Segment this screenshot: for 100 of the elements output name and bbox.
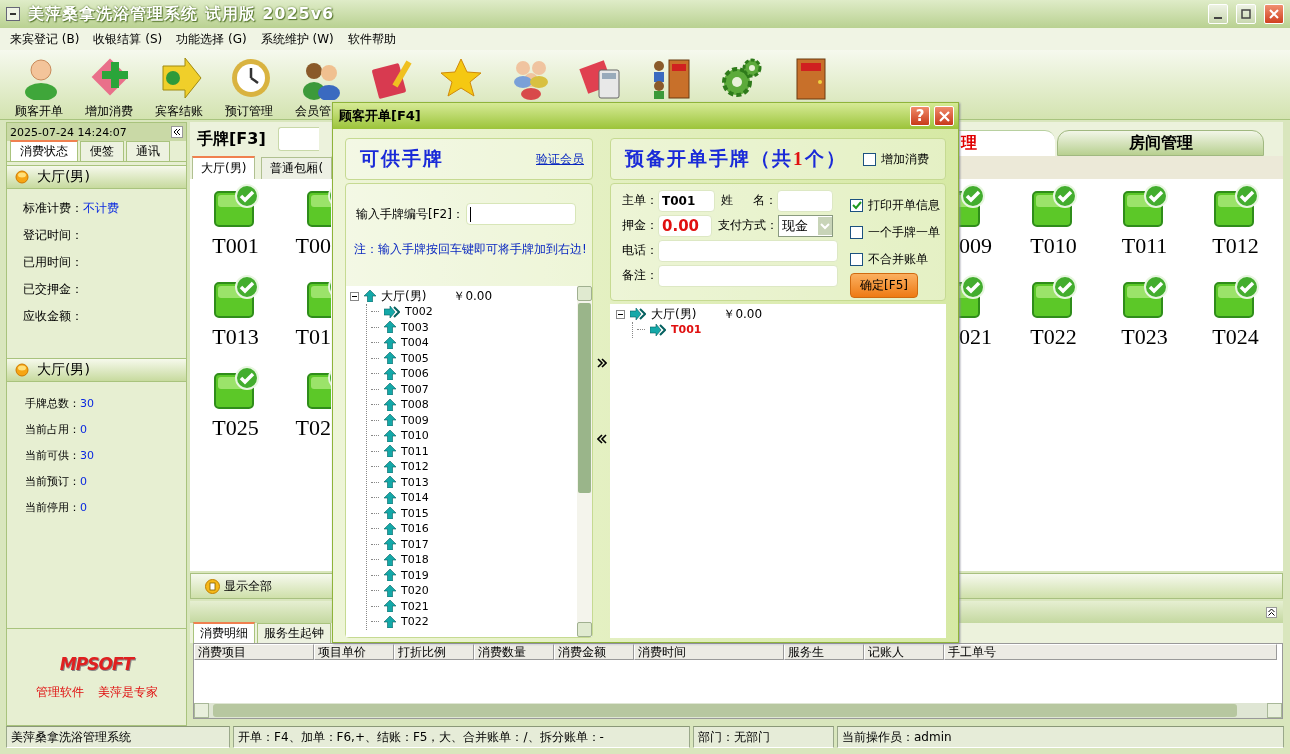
collapse-icon[interactable] — [171, 126, 183, 138]
scrollbar[interactable] — [577, 286, 592, 637]
panel-tab[interactable]: 通讯 — [126, 141, 170, 161]
tab[interactable]: 房间管理 — [1057, 130, 1264, 156]
checkbox[interactable] — [863, 152, 876, 166]
verify-member-link[interactable]: 验证会员 — [536, 150, 584, 168]
column-header[interactable]: 服务生 — [784, 644, 864, 660]
expand-toggle[interactable] — [616, 309, 625, 319]
field-value: 30 — [80, 448, 94, 462]
column-header[interactable]: 记账人 — [864, 644, 944, 660]
panel-tab[interactable]: 便签 — [80, 141, 124, 161]
checkbox[interactable] — [850, 226, 863, 239]
minimize-button[interactable] — [1208, 4, 1228, 24]
status-text: 部门：无部门 — [693, 726, 834, 748]
column-header[interactable]: 消费项目 — [194, 644, 314, 660]
tree-item[interactable]: T010 — [401, 429, 429, 443]
tree-item[interactable]: 大厅(男) — [381, 287, 427, 305]
input-field[interactable] — [465, 203, 576, 225]
menu-item[interactable]: 来宾登记 (B) — [10, 30, 80, 48]
panel-tab[interactable]: 消费状态 — [10, 140, 78, 161]
input-field[interactable]: 0.00 — [658, 214, 712, 237]
menu-item[interactable]: 软件帮助 — [347, 30, 396, 48]
input-field[interactable] — [658, 264, 838, 287]
input-field[interactable] — [777, 189, 833, 212]
up-arrow-icon — [384, 522, 396, 535]
tag-tile[interactable]: T025 — [190, 365, 281, 452]
tag-tile[interactable]: T024 — [1190, 274, 1281, 361]
up-arrow-icon — [384, 383, 396, 396]
field-value: 30 — [80, 396, 94, 410]
toolbar-label: 宾客结账 — [155, 103, 203, 120]
tree-item[interactable]: T019 — [401, 568, 429, 582]
checkbox[interactable] — [850, 253, 863, 266]
move-left-icon[interactable] — [596, 434, 607, 444]
tab[interactable]: 普通包厢( — [261, 157, 333, 179]
collapse-icon[interactable] — [1266, 606, 1277, 618]
toolbar-label: 顾客开单 — [15, 103, 63, 120]
close-button[interactable] — [1264, 4, 1284, 24]
tab[interactable]: 大厅(男) — [192, 156, 256, 179]
menu-item[interactable]: 收银结算 (S) — [93, 30, 163, 48]
tree-item[interactable]: T013 — [401, 475, 429, 489]
tree-item[interactable]: T001 — [671, 323, 702, 337]
maximize-button[interactable] — [1236, 4, 1256, 24]
tree-item[interactable]: T017 — [401, 537, 429, 551]
column-header[interactable]: 打折比例 — [394, 644, 474, 660]
tab[interactable]: 理 — [959, 130, 1055, 156]
tag-tile[interactable]: T011 — [1099, 183, 1190, 270]
column-header[interactable]: 消费数量 — [474, 644, 554, 660]
tree-item[interactable]: T005 — [401, 351, 429, 365]
tag-tile[interactable]: T023 — [1099, 274, 1190, 361]
column-header[interactable]: 消费金额 — [554, 644, 634, 660]
tree-item[interactable]: 大厅(男) — [651, 305, 697, 323]
tab[interactable]: 消费明细 — [193, 622, 255, 643]
close-button[interactable] — [934, 106, 954, 126]
move-right-icon[interactable] — [596, 358, 607, 368]
input-field[interactable]: T001 — [658, 189, 715, 212]
toolbar-button[interactable] — [719, 56, 763, 100]
column-header[interactable]: 项目单价 — [314, 644, 394, 660]
tree-item[interactable]: T004 — [401, 336, 429, 350]
toolbar-button[interactable] — [229, 56, 273, 100]
column-header[interactable]: 手工单号 — [944, 644, 1277, 660]
tree-item[interactable]: T020 — [401, 584, 429, 598]
section-title: 大厅(男) — [37, 168, 90, 186]
tag-tile[interactable]: T013 — [190, 274, 281, 361]
checkbox[interactable] — [850, 199, 863, 212]
dropdown[interactable]: 现金 — [778, 214, 833, 237]
up-arrow-icon — [384, 367, 396, 380]
check-tag-icon — [1029, 183, 1078, 229]
menu-item[interactable]: 功能选择 (G) — [176, 30, 247, 48]
tag-tile[interactable]: T012 — [1190, 183, 1281, 270]
show-all-button[interactable]: 显示全部 — [205, 577, 272, 595]
expand-toggle[interactable] — [350, 291, 359, 301]
tree-item[interactable]: T012 — [401, 460, 429, 474]
scrollbar[interactable] — [194, 703, 1282, 718]
tree-item[interactable]: T016 — [401, 522, 429, 536]
toolbar-label: 增加消费 — [85, 103, 133, 120]
menu-item[interactable]: 系统维护 (W) — [260, 30, 334, 48]
tree-item[interactable]: T007 — [401, 382, 429, 396]
tag-tile[interactable]: T010 — [1008, 183, 1099, 270]
tree-item[interactable]: T015 — [401, 506, 429, 520]
field-label: 名： — [753, 192, 777, 209]
confirm-button[interactable]: 确定[F5] — [850, 273, 918, 298]
tree-item[interactable]: T018 — [401, 553, 429, 567]
panel-title: 手牌[F3] — [197, 128, 266, 150]
tag-tile[interactable]: T001 — [190, 183, 281, 270]
tree-item[interactable]: T021 — [401, 599, 429, 613]
tab[interactable]: 服务生起钟 — [257, 623, 331, 643]
toolbar-button[interactable] — [159, 56, 203, 100]
input-field[interactable] — [277, 127, 319, 151]
tag-tile[interactable]: T022 — [1008, 274, 1099, 361]
column-header[interactable]: 消费时间 — [634, 644, 784, 660]
tree-item[interactable]: T006 — [401, 367, 429, 381]
tree-item[interactable]: T002 — [405, 305, 433, 319]
tree-item[interactable]: T008 — [401, 398, 429, 412]
tree-item[interactable]: T003 — [401, 320, 429, 334]
tree-item[interactable]: T014 — [401, 491, 429, 505]
input-field[interactable] — [658, 239, 838, 262]
logo: MPSOFT — [59, 653, 134, 674]
tree-item[interactable]: T011 — [401, 444, 429, 458]
tree-item[interactable]: T022 — [401, 615, 429, 629]
tree-item[interactable]: T009 — [401, 413, 429, 427]
